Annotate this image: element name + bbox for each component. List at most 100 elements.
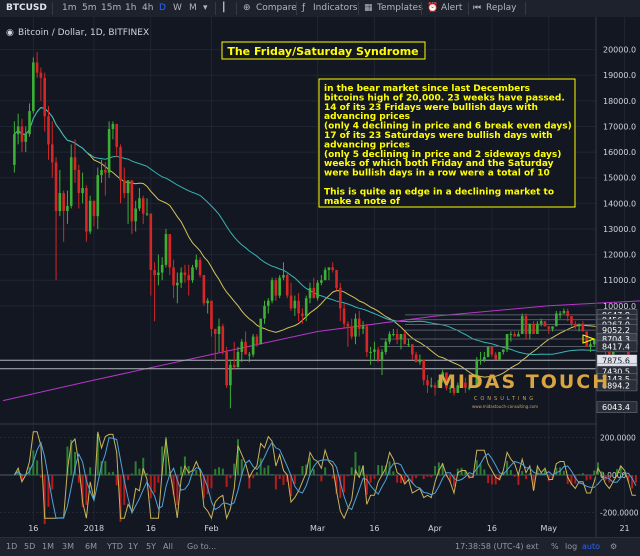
candle-body	[407, 344, 410, 346]
chevron-down-icon[interactable]: ▾	[203, 3, 208, 13]
candle-body	[528, 323, 532, 335]
candle-body	[206, 300, 209, 304]
templates-icon: ▦	[364, 3, 373, 13]
interval-m[interactable]: M	[189, 3, 197, 13]
candle-body	[179, 272, 183, 283]
candle-body	[282, 275, 285, 278]
y-tick-label: 20000.0	[603, 46, 636, 55]
chart-toolbar: BTCUSD 1m 5m 15m 1h 4h D W M ▾ ┃ ⊕ Compa…	[0, 0, 640, 18]
candle-body	[342, 308, 346, 324]
range-5y[interactable]: 5Y	[146, 542, 156, 551]
range-3m[interactable]: 3M	[62, 542, 74, 551]
candle-body	[164, 234, 168, 265]
candle-body	[335, 269, 338, 288]
x-tick-label: 16	[146, 524, 156, 533]
candle-body	[479, 359, 482, 361]
candle-body	[270, 280, 274, 301]
indicators-button[interactable]: Indicators	[313, 3, 357, 13]
candle-body	[293, 300, 297, 309]
candle-body	[278, 277, 281, 296]
range-all[interactable]: All	[163, 542, 173, 551]
interval-1h[interactable]: 1h	[125, 3, 136, 13]
candle-body	[213, 328, 217, 335]
interval-15m[interactable]: 15m	[101, 3, 121, 13]
symbol-search[interactable]: BTCUSD	[6, 3, 47, 13]
range-5d[interactable]: 5D	[24, 542, 35, 551]
interval-d[interactable]: D	[159, 3, 166, 13]
toolbar-divider	[358, 2, 359, 15]
candle-body	[433, 385, 437, 388]
x-tick-label: 16	[487, 524, 497, 533]
compare-button[interactable]: Compare	[256, 3, 297, 13]
price-label: 8417.4	[602, 342, 630, 351]
price-chart[interactable]: 200.00000.0000-200.0000 20000.019000.018…	[0, 17, 640, 537]
percent-toggle[interactable]: %	[551, 542, 559, 551]
auto-toggle[interactable]: auto	[582, 542, 600, 551]
y-tick-label: 15000.0	[603, 174, 636, 183]
clock: 17:38:58 (UTC-4)	[455, 542, 524, 551]
range-1y[interactable]: 1Y	[128, 542, 138, 551]
candle-body	[581, 323, 585, 332]
headline: The Friday/Saturday Syndrome	[227, 45, 418, 58]
candle-body	[176, 282, 179, 286]
templates-button[interactable]: Templates	[377, 3, 423, 13]
interval-w[interactable]: W	[173, 3, 182, 13]
candle-body	[509, 334, 513, 336]
candle-body	[316, 282, 319, 299]
candle-body	[361, 326, 365, 329]
settings-icon[interactable]: ⚙	[610, 542, 617, 551]
range-6m[interactable]: 6M	[85, 542, 97, 551]
candle-body	[62, 193, 65, 212]
range-1m[interactable]: 1M	[42, 542, 54, 551]
candle-body	[81, 187, 84, 194]
logo-tagline: CONSULTING	[474, 396, 536, 402]
ext-toggle[interactable]: ext	[526, 542, 539, 551]
replay-icon: ⏮	[473, 3, 482, 13]
candle-body	[122, 180, 126, 194]
candle-body	[16, 126, 20, 135]
y-tick-label: 13000.0	[603, 225, 636, 234]
candle-body	[285, 275, 289, 296]
bottom-toolbar: 1D 5D 1M 3M 6M YTD 1Y 5Y All Go to... 17…	[0, 537, 640, 556]
candle-body	[524, 316, 528, 335]
toolbar-divider	[52, 2, 53, 15]
price-label: 6043.4	[602, 403, 630, 412]
replay-button[interactable]: Replay	[486, 3, 516, 13]
candle-body	[183, 272, 187, 276]
candle-body	[422, 359, 425, 381]
interval-4h[interactable]: 4h	[142, 3, 153, 13]
alert-button[interactable]: Alert	[441, 3, 462, 13]
candle-body	[350, 326, 353, 337]
candle-body	[202, 275, 206, 304]
log-toggle[interactable]: log	[565, 542, 577, 551]
candle-body	[66, 205, 69, 212]
candle-body	[395, 334, 399, 340]
candle-body	[505, 334, 509, 350]
candle-body	[115, 123, 118, 147]
range-1d[interactable]: 1D	[6, 542, 17, 551]
candle-body	[77, 170, 81, 194]
interval-5m[interactable]: 5m	[82, 3, 97, 13]
goto-button[interactable]: Go to...	[187, 542, 216, 551]
logo-url: www.midastouch-consulting.com	[472, 404, 538, 409]
interval-1m[interactable]: 1m	[62, 3, 77, 13]
y-tick-label: 17000.0	[603, 122, 636, 131]
candle-body	[339, 287, 342, 309]
candle-body	[104, 170, 107, 173]
x-tick-label: Apr	[428, 524, 443, 533]
toolbar-divider	[525, 2, 526, 15]
y-tick-label: 14000.0	[603, 199, 636, 208]
candle-body	[168, 234, 172, 268]
toolbar-divider	[468, 2, 469, 15]
chart-legend-icon[interactable]: ◉	[6, 28, 14, 38]
candle-body	[92, 200, 96, 217]
candle-body	[13, 134, 16, 165]
candle-body	[320, 280, 323, 283]
candle-body	[225, 351, 228, 386]
range-ytd[interactable]: YTD	[107, 542, 123, 551]
osc-tick-label: -200.0000	[600, 509, 639, 518]
candles-icon[interactable]: ┃	[221, 3, 226, 13]
candle-body	[47, 116, 50, 145]
candle-body	[312, 287, 316, 299]
candle-body	[346, 323, 350, 327]
